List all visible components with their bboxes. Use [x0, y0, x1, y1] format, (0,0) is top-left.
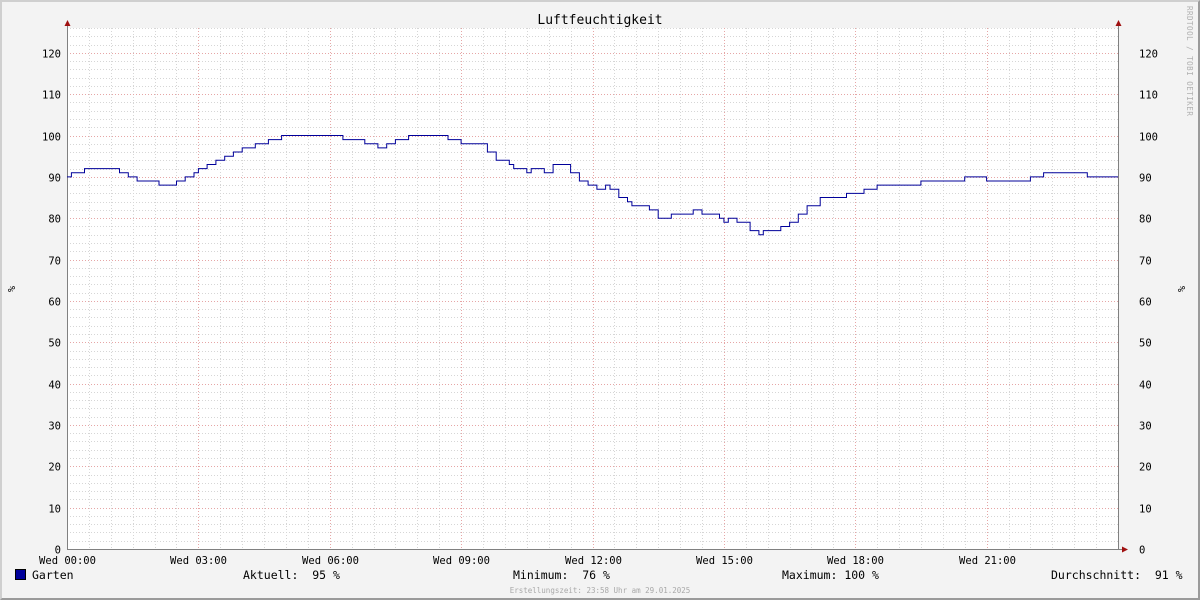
legend-swatch — [15, 569, 26, 580]
plot-area — [67, 28, 1118, 549]
x-tick-label: Wed 00:00 — [39, 555, 96, 567]
legend-minimum: Minimum: 76 % — [513, 568, 610, 586]
y-tick-label-left: 110 — [42, 90, 61, 102]
y-tick-label-right: 120 — [1139, 49, 1158, 61]
creation-time-footer: Erstellungszeit: 23:58 Uhr am 29.01.2025 — [509, 586, 691, 595]
y-tick-label-right: 10 — [1139, 504, 1152, 516]
x-tick-label: Wed 15:00 — [696, 555, 753, 567]
y-tick-label-right: 0 — [1139, 545, 1145, 557]
minimum-value: 76 % — [582, 568, 610, 582]
y-tick-label-right: 100 — [1139, 132, 1158, 144]
y-axis-label-left: % — [7, 286, 18, 292]
maximum-label: Maximum: — [782, 568, 838, 582]
y-tick-label-right: 90 — [1139, 173, 1152, 185]
x-tick-label: Wed 21:00 — [959, 555, 1016, 567]
y-tick-label-right: 40 — [1139, 380, 1152, 392]
y-tick-label-right: 60 — [1139, 297, 1152, 309]
aktuell-value: 95 % — [312, 568, 340, 582]
y-tick-label-left: 20 — [48, 462, 61, 474]
y-tick-label-left: 50 — [48, 338, 61, 350]
y-tick-label-left: 80 — [48, 214, 61, 226]
y-tick-label-right: 20 — [1139, 462, 1152, 474]
y-axis-arrow-left — [64, 20, 71, 26]
y-tick-label-left: 60 — [48, 297, 61, 309]
maximum-value: 100 % — [844, 568, 879, 582]
y-tick-label-left: 90 — [48, 173, 61, 185]
humidity-chart: 0 010 1020 2030 3040 4050 5060 6070 7080 8090 9010… — [7, 13, 1188, 567]
y-tick-label-left: 70 — [48, 256, 61, 268]
y-tick-label-left: 30 — [48, 421, 61, 433]
durchschnitt-value: 91 % — [1154, 568, 1183, 582]
y-axis-arrow-right — [1115, 20, 1122, 26]
minimum-label: Minimum: — [513, 568, 569, 582]
x-axis-arrow — [1122, 546, 1128, 553]
legend-series-name: Garten — [32, 568, 74, 582]
durchschnitt-label: Durchschnitt: — [1051, 568, 1142, 582]
chart-frame: 0 0 10 10 20 20 30 30 40 40 50 50 60 60 70 70 80 80 90 90 10… — [0, 0, 1200, 600]
y-tick-label-right: 30 — [1139, 421, 1152, 433]
legend-durchschnitt: Durchschnitt: 91 % — [1051, 568, 1183, 586]
y-tick-label-right: 70 — [1139, 256, 1152, 268]
x-tick-label: Wed 12:00 — [565, 555, 622, 567]
rrdtool-watermark: RRDTOOL / TOBI OETIKER — [1185, 6, 1194, 117]
legend-aktuell: Aktuell: 95 % — [243, 568, 340, 586]
y-tick-label-left: 40 — [48, 380, 61, 392]
aktuell-label: Aktuell: — [243, 568, 299, 582]
y-axis-label-right: % — [1177, 286, 1188, 292]
x-tick-label: Wed 06:00 — [302, 555, 359, 567]
y-tick-label-left: 10 — [48, 504, 61, 516]
y-tick-label-left: 120 — [42, 49, 61, 61]
x-tick-label: Wed 03:00 — [170, 555, 227, 567]
y-tick-label-right: 80 — [1139, 214, 1152, 226]
y-tick-label-right: 110 — [1139, 90, 1158, 102]
x-tick-label: Wed 18:00 — [827, 555, 884, 567]
legend-maximum: Maximum: 100 % — [782, 568, 879, 586]
chart-title: Luftfeuchtigkeit — [537, 13, 662, 28]
y-tick-label-left: 100 — [42, 132, 61, 144]
x-tick-label: Wed 09:00 — [433, 555, 490, 567]
y-tick-label-right: 50 — [1139, 338, 1152, 350]
legend-series: Garten — [15, 568, 74, 586]
